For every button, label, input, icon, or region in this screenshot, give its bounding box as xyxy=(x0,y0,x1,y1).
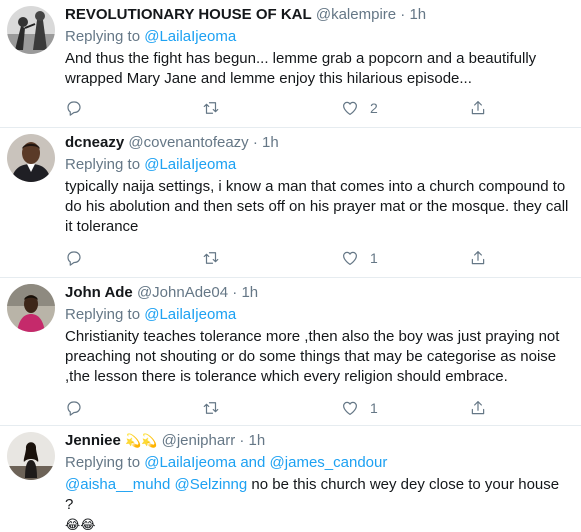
like-count: 1 xyxy=(370,250,378,266)
retweet-icon xyxy=(203,102,219,114)
like-button[interactable]: 1 xyxy=(341,398,378,418)
avatar[interactable] xyxy=(7,134,55,182)
display-name[interactable]: dcneazy xyxy=(65,134,124,151)
reply-icon xyxy=(67,101,81,116)
replying-prefix: Replying to xyxy=(65,454,141,471)
share-icon xyxy=(471,251,485,265)
timestamp[interactable]: 1h xyxy=(409,6,426,23)
retweet-icon xyxy=(203,402,219,414)
avatar[interactable] xyxy=(7,6,55,54)
like-icon xyxy=(343,251,357,265)
retweet-button[interactable] xyxy=(202,248,220,268)
timestamp[interactable]: 1h xyxy=(241,284,258,301)
tweet-text: Christianity teaches tolerance more ,the… xyxy=(65,328,560,385)
retweet-button[interactable] xyxy=(202,98,220,118)
tweet-text: And thus the fight has begun... lemme gr… xyxy=(65,50,537,87)
separator-dot: · xyxy=(232,284,238,301)
tweet-text: typically naija settings, i know a man t… xyxy=(65,178,569,235)
display-name[interactable]: Jenniee xyxy=(65,432,121,449)
display-name[interactable]: REVOLUTIONARY HOUSE OF KAL xyxy=(65,6,312,23)
replying-to-link[interactable]: @LailaIjeoma xyxy=(144,306,236,323)
like-icon xyxy=(343,101,357,115)
tweet[interactable]: dcneazy @covenantofeazy · 1h Replying to… xyxy=(0,128,581,278)
reply-icon xyxy=(67,401,81,416)
laughing-emoji: 😂😂 xyxy=(65,517,96,532)
reply-button[interactable] xyxy=(65,248,83,268)
share-icon xyxy=(471,401,485,415)
timestamp[interactable]: 1h xyxy=(262,134,279,151)
share-button[interactable] xyxy=(469,398,487,418)
like-button[interactable]: 2 xyxy=(341,98,378,118)
replying-prefix: Replying to xyxy=(65,156,141,173)
avatar[interactable] xyxy=(7,432,55,480)
tweet[interactable]: Jenniee 💫💫 @jenipharr · 1h Replying to @… xyxy=(0,426,581,532)
tweet[interactable]: REVOLUTIONARY HOUSE OF KAL @kalempire · … xyxy=(0,0,581,128)
separator-dot: · xyxy=(252,134,258,151)
mention-link[interactable]: @Selzinng xyxy=(174,476,247,493)
replying-prefix: Replying to xyxy=(65,306,141,323)
share-button[interactable] xyxy=(469,248,487,268)
replying-to-link[interactable]: @LailaIjeoma xyxy=(144,156,236,173)
timestamp[interactable]: 1h xyxy=(249,432,266,449)
dizzy-emoji: 💫💫 xyxy=(125,433,158,448)
like-count: 1 xyxy=(370,400,378,416)
replying-to: Replying to @LailaIjeoma xyxy=(65,27,569,47)
tweet-actions: 1 xyxy=(65,398,495,418)
tweet-text: @aisha__muhd @Selzinng no be this church… xyxy=(65,475,569,532)
display-name[interactable]: John Ade xyxy=(65,284,133,301)
separator-dot: · xyxy=(400,6,406,23)
share-button[interactable] xyxy=(469,98,487,118)
replying-to-link-2[interactable]: @james_candour xyxy=(270,454,388,471)
user-handle[interactable]: @jenipharr xyxy=(162,432,236,449)
separator-dot: · xyxy=(239,432,245,449)
tweet-actions: 1 xyxy=(65,248,495,268)
replying-to-link[interactable]: @LailaIjeoma xyxy=(144,28,236,45)
replying-to-link[interactable]: @LailaIjeoma xyxy=(144,454,236,471)
tweet-actions: 2 xyxy=(65,98,495,118)
reply-button[interactable] xyxy=(65,398,83,418)
tweet[interactable]: John Ade @JohnAde04 · 1h Replying to @La… xyxy=(0,278,581,426)
like-icon xyxy=(343,401,357,415)
avatar[interactable] xyxy=(7,284,55,332)
replying-to: Replying to @LailaIjeoma xyxy=(65,155,569,175)
reply-icon xyxy=(67,251,81,266)
share-icon xyxy=(471,101,485,115)
reply-button[interactable] xyxy=(65,98,83,118)
user-handle[interactable]: @covenantofeazy xyxy=(128,134,248,151)
replying-to: Replying to @LailaIjeoma and @james_cand… xyxy=(65,453,569,473)
replying-prefix: Replying to xyxy=(65,28,141,45)
user-handle[interactable]: @JohnAde04 xyxy=(137,284,228,301)
replying-to: Replying to @LailaIjeoma xyxy=(65,305,569,325)
replying-and: and xyxy=(240,454,266,471)
retweet-button[interactable] xyxy=(202,398,220,418)
like-button[interactable]: 1 xyxy=(341,248,378,268)
retweet-icon xyxy=(203,252,219,264)
mention-link[interactable]: @aisha__muhd xyxy=(65,476,170,493)
user-handle[interactable]: @kalempire xyxy=(316,6,396,23)
like-count: 2 xyxy=(370,100,378,116)
